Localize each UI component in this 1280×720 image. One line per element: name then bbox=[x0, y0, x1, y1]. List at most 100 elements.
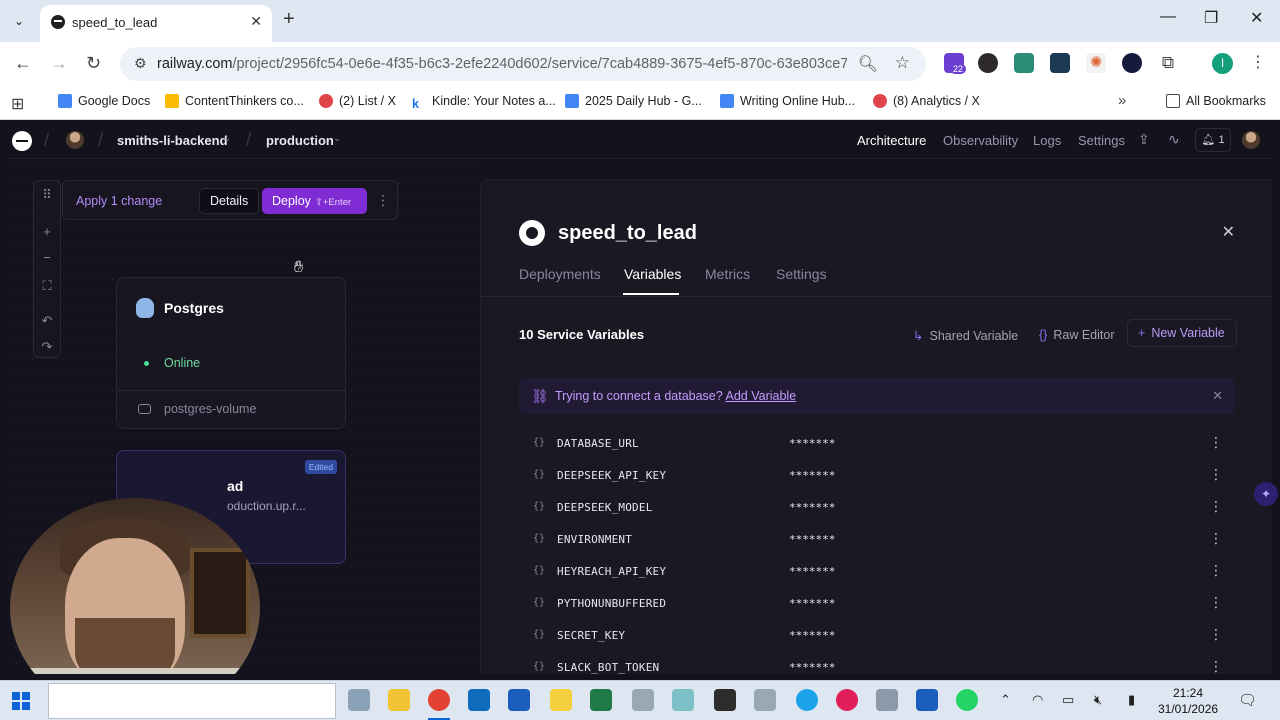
postgres-service-card[interactable]: Postgres Online postgres-volume bbox=[116, 277, 346, 429]
app-icon[interactable] bbox=[714, 689, 736, 711]
environment-name[interactable]: production bbox=[266, 133, 334, 148]
app-icon[interactable] bbox=[796, 689, 818, 711]
app-icon[interactable] bbox=[632, 689, 654, 711]
variable-value[interactable]: ******* bbox=[789, 533, 835, 546]
more-options-icon[interactable]: ⋮ bbox=[376, 192, 390, 209]
variable-value[interactable]: ******* bbox=[789, 501, 835, 514]
zoom-icon[interactable]: 🔍︎ bbox=[858, 54, 878, 74]
user-avatar[interactable] bbox=[66, 131, 84, 149]
fit-view-icon[interactable]: ⛶ bbox=[34, 278, 60, 294]
extension-camera-icon[interactable] bbox=[978, 53, 998, 73]
zoom-in-icon[interactable]: + bbox=[34, 224, 60, 239]
activity-icon[interactable]: ∿ bbox=[1168, 131, 1180, 148]
file-explorer-icon[interactable] bbox=[388, 689, 410, 711]
chevron-up-icon[interactable]: ⌃ bbox=[1000, 692, 1011, 708]
bookmark-item[interactable]: ContentThinkers co... bbox=[165, 94, 304, 108]
app-icon[interactable] bbox=[348, 689, 370, 711]
outlook-icon[interactable] bbox=[468, 689, 490, 711]
chevron-down-icon[interactable]: ⌄ bbox=[223, 133, 231, 144]
bookmark-item[interactable]: (8) Analytics / X bbox=[873, 94, 980, 108]
variable-row[interactable]: {} ENVIRONMENT ******* ⋮ bbox=[519, 524, 1235, 556]
microphone-icon[interactable]: ▮ bbox=[1128, 692, 1135, 708]
tab-metrics[interactable]: Metrics bbox=[705, 266, 750, 282]
windows-start-icon[interactable] bbox=[12, 692, 30, 710]
bookmark-item[interactable]: 2025 Daily Hub - G... bbox=[565, 94, 702, 108]
minimize-icon[interactable]: — bbox=[1160, 8, 1176, 26]
extension-sun-icon[interactable]: ✺ bbox=[1086, 53, 1106, 73]
apps-grid-icon[interactable]: ⊞ bbox=[11, 94, 24, 114]
new-variable-button[interactable]: + New Variable bbox=[1127, 319, 1237, 347]
sticky-notes-icon[interactable] bbox=[550, 689, 572, 711]
more-options-icon[interactable]: ⋮ bbox=[1209, 498, 1223, 515]
wifi-icon[interactable]: ◠ bbox=[1032, 692, 1043, 708]
more-options-icon[interactable]: ⋮ bbox=[1209, 466, 1223, 483]
notifications-button[interactable]: 🔔︎ 1 bbox=[1195, 128, 1231, 152]
variable-value[interactable]: ******* bbox=[789, 437, 835, 450]
project-name[interactable]: smiths-li-backend bbox=[117, 133, 228, 148]
chrome-icon[interactable] bbox=[428, 689, 450, 711]
variable-value[interactable]: ******* bbox=[789, 469, 835, 482]
bookmark-item[interactable]: Google Docs bbox=[58, 94, 150, 108]
tab-search-icon[interactable]: ⌄ bbox=[8, 10, 30, 32]
deploy-button[interactable]: Deploy ⇧+Enter bbox=[262, 188, 367, 214]
docs-icon[interactable] bbox=[916, 689, 938, 711]
bookmark-item[interactable]: Writing Online Hub... bbox=[720, 94, 855, 108]
more-options-icon[interactable]: ⋮ bbox=[1209, 434, 1223, 451]
more-options-icon[interactable]: ⋮ bbox=[1209, 626, 1223, 643]
assistant-sparkle-icon[interactable]: ✦ bbox=[1254, 482, 1278, 506]
extensions-puzzle-icon[interactable]: ⧉ bbox=[1158, 53, 1178, 73]
details-button[interactable]: Details bbox=[199, 188, 260, 214]
address-bar[interactable]: ⚙ railway.com/project/2956fc54-0e6e-4f35… bbox=[120, 47, 926, 81]
architecture-canvas[interactable]: ⠿ + − ⛶ ↶ ↷ Apply 1 change Details Deplo… bbox=[8, 159, 480, 674]
volume-muted-icon[interactable]: 🔇︎ bbox=[1094, 692, 1102, 708]
site-info-icon[interactable]: ⚙ bbox=[134, 55, 147, 72]
variable-value[interactable]: ******* bbox=[789, 629, 835, 642]
url-text[interactable]: railway.com/project/2956fc54-0e6e-4f35-b… bbox=[157, 56, 847, 72]
app-icon[interactable] bbox=[754, 689, 776, 711]
nav-settings[interactable]: Settings bbox=[1078, 133, 1125, 148]
slack-icon[interactable] bbox=[836, 689, 858, 711]
reload-icon[interactable]: ↻ bbox=[86, 53, 101, 74]
extension-grid-icon[interactable] bbox=[1014, 53, 1034, 73]
back-icon[interactable]: ← bbox=[14, 53, 32, 74]
variable-row[interactable]: {} DATABASE_URL ******* ⋮ bbox=[519, 428, 1235, 460]
apply-changes-link[interactable]: Apply 1 change bbox=[76, 194, 162, 208]
chevron-down-icon[interactable]: ⌄ bbox=[333, 133, 341, 144]
whatsapp-icon[interactable] bbox=[956, 689, 978, 711]
user-avatar[interactable] bbox=[1242, 131, 1260, 149]
restore-icon[interactable]: ❐ bbox=[1204, 8, 1218, 28]
all-bookmarks[interactable]: All Bookmarks bbox=[1166, 94, 1266, 108]
variable-row[interactable]: {} SLACK_BOT_TOKEN ******* ⋮ bbox=[519, 652, 1235, 674]
excel-icon[interactable] bbox=[590, 689, 612, 711]
variable-row[interactable]: {} DEEPSEEK_MODEL ******* ⋮ bbox=[519, 492, 1235, 524]
forward-icon[interactable]: → bbox=[50, 53, 68, 74]
extension-reader-icon[interactable] bbox=[1050, 53, 1070, 73]
extension-star-icon[interactable] bbox=[1122, 53, 1142, 73]
variable-value[interactable]: ******* bbox=[789, 565, 835, 578]
battery-icon[interactable]: ▭ bbox=[1062, 692, 1074, 708]
shared-variable-button[interactable]: ↳ Shared Variable bbox=[913, 328, 1018, 343]
close-icon[interactable]: ✕ bbox=[1212, 388, 1223, 404]
zoom-out-icon[interactable]: − bbox=[34, 250, 60, 265]
word-icon[interactable] bbox=[508, 689, 530, 711]
variable-row[interactable]: {} PYTHONUNBUFFERED ******* ⋮ bbox=[519, 588, 1235, 620]
more-options-icon[interactable]: ⋮ bbox=[1209, 594, 1223, 611]
variable-value[interactable]: ******* bbox=[789, 661, 835, 674]
app-icon[interactable] bbox=[672, 689, 694, 711]
variable-row[interactable]: {} HEYREACH_API_KEY ******* ⋮ bbox=[519, 556, 1235, 588]
raw-editor-button[interactable]: {} Raw Editor bbox=[1039, 328, 1115, 342]
bookmark-item[interactable]: k Kindle: Your Notes a... bbox=[412, 94, 556, 111]
more-options-icon[interactable]: ⋮ bbox=[1209, 562, 1223, 579]
undo-icon[interactable]: ↶ bbox=[34, 313, 60, 329]
bookmark-star-icon[interactable]: ☆ bbox=[895, 53, 910, 73]
nav-architecture[interactable]: Architecture bbox=[857, 133, 926, 148]
nav-observability[interactable]: Observability bbox=[943, 133, 1018, 148]
volume-name[interactable]: postgres-volume bbox=[164, 402, 256, 416]
app-icon[interactable] bbox=[876, 689, 898, 711]
close-icon[interactable]: ✕ bbox=[1222, 222, 1235, 242]
grid-icon[interactable]: ⠿ bbox=[34, 187, 60, 203]
variable-value[interactable]: ******* bbox=[789, 597, 835, 610]
tab-settings[interactable]: Settings bbox=[776, 266, 827, 282]
clock[interactable]: 21:24 31/01/2026 bbox=[1158, 685, 1218, 717]
nav-logs[interactable]: Logs bbox=[1033, 133, 1061, 148]
